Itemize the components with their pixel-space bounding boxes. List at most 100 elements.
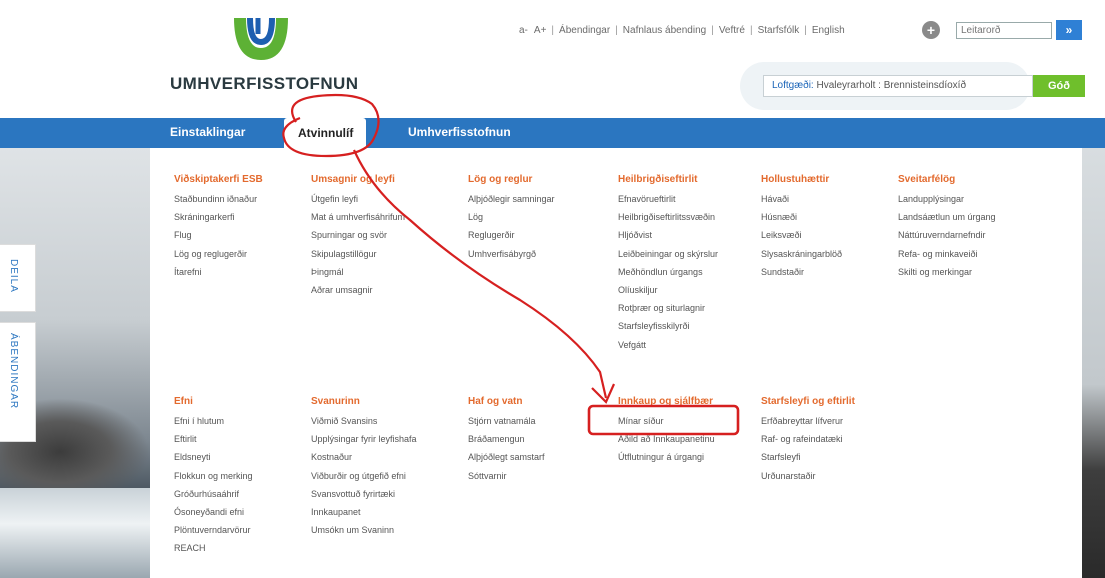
menu-link[interactable]: Staðbundinn iðnaður — [174, 192, 324, 210]
air-quality-label: Loftgæði: — [772, 80, 814, 91]
feedback-tab[interactable]: ÁBENDINGAR — [0, 322, 36, 442]
menu-column: Lög og reglur Alþjóðlegir samningar Lög … — [468, 174, 618, 265]
menu-link[interactable]: Húsnæði — [761, 210, 911, 228]
menu-column: Svanurinn Viðmið Svansins Upplýsingar fy… — [311, 396, 461, 541]
menu-link[interactable]: Ósoneyðandi efni — [174, 505, 324, 523]
menu-link[interactable]: Bráðamengun — [468, 432, 618, 450]
menu-link[interactable]: Slysaskráningarblöð — [761, 247, 911, 265]
menu-link[interactable]: Ítarefni — [174, 265, 324, 283]
search-button[interactable]: » — [1056, 20, 1082, 40]
menu-link[interactable]: Heilbrigðiseftirlitssvæðin — [618, 210, 768, 228]
air-quality-panel[interactable]: Loftgæði: Hvaleyrarholt : Brennisteinsdí… — [763, 75, 1033, 97]
menu-column: Umsagnir og leyfi Útgefin leyfi Mat á um… — [311, 174, 461, 301]
menu-link[interactable]: Umsókn um Svaninn — [311, 523, 461, 541]
air-quality-station: Hvaleyrarholt : Brennisteinsdíoxíð — [816, 80, 967, 91]
menu-link[interactable]: Viðburðir og útgefið efni — [311, 469, 461, 487]
anonymous-feedback-link[interactable]: Nafnlaus ábending — [623, 25, 706, 36]
menu-link[interactable]: Refa- og minkaveiði — [898, 247, 1048, 265]
menu-link[interactable]: Lög — [468, 210, 618, 228]
menu-link[interactable]: Þingmál — [311, 265, 461, 283]
menu-link[interactable]: Stjórn vatnamála — [468, 414, 618, 432]
menu-link[interactable]: Eftirlit — [174, 432, 324, 450]
menu-link[interactable]: Upplýsingar fyrir leyfishafa — [311, 432, 461, 450]
menu-link[interactable]: Alþjóðlegt samstarf — [468, 450, 618, 468]
logo-wordmark[interactable]: UMHVERFISSTOFNUN — [170, 74, 358, 94]
menu-link[interactable]: Landsáætlun um úrgang — [898, 210, 1048, 228]
menu-column: Viðskiptakerfi ESB Staðbundinn iðnaður S… — [174, 174, 324, 283]
menu-link[interactable]: Efni í hlutum — [174, 414, 324, 432]
logo-icon[interactable] — [232, 14, 290, 64]
menu-column-title[interactable]: Viðskiptakerfi ESB — [174, 174, 324, 185]
waves-shape — [0, 488, 150, 578]
feedback-link[interactable]: Ábendingar — [559, 25, 610, 36]
nav-item-agency[interactable]: Umhverfisstofnun — [408, 125, 511, 139]
menu-link[interactable]: Skipulagstillögur — [311, 247, 461, 265]
search-input[interactable] — [956, 22, 1052, 39]
menu-link[interactable]: Raf- og rafeindatæki — [761, 432, 911, 450]
menu-link[interactable]: Útgefin leyfi — [311, 192, 461, 210]
menu-link[interactable]: Starfsleyfisskilyrði — [618, 319, 768, 337]
menu-link[interactable]: Mat á umhverfisáhrifum — [311, 210, 461, 228]
english-link[interactable]: English — [812, 25, 845, 36]
menu-column-title[interactable]: Efni — [174, 396, 324, 407]
menu-link[interactable]: Erfðabreyttar lífverur — [761, 414, 911, 432]
menu-link[interactable]: Eldsneyti — [174, 450, 324, 468]
menu-link[interactable]: Sundstaðir — [761, 265, 911, 283]
menu-link[interactable]: Flokkun og merking — [174, 469, 324, 487]
air-quality-status-badge: Góð — [1033, 75, 1085, 97]
menu-column-title[interactable]: Sveitarfélög — [898, 174, 1048, 185]
menu-link[interactable]: Umhverfisábyrgð — [468, 247, 618, 265]
share-tab-label: DEILA — [8, 259, 19, 293]
menu-link[interactable]: Starfsleyfi — [761, 450, 911, 468]
menu-link[interactable]: Skráningarkerfi — [174, 210, 324, 228]
sitemap-link[interactable]: Veftré — [719, 25, 745, 36]
menu-link[interactable]: Náttúruverndarnefndir — [898, 228, 1048, 246]
menu-link[interactable]: Hávaði — [761, 192, 911, 210]
menu-link[interactable]: Svansvottuð fyrirtæki — [311, 487, 461, 505]
menu-link[interactable]: Rotþrær og siturlagnir — [618, 301, 768, 319]
font-increase-link[interactable]: A+ — [534, 25, 547, 36]
menu-link[interactable]: Kostnaður — [311, 450, 461, 468]
menu-link[interactable]: REACH — [174, 541, 324, 559]
staff-link[interactable]: Starfsfólk — [758, 25, 800, 36]
menu-link[interactable]: Hljóðvist — [618, 228, 768, 246]
menu-link[interactable]: Gróðurhúsaáhrif — [174, 487, 324, 505]
menu-link-my-pages[interactable]: Mínar síður — [618, 414, 768, 432]
menu-link[interactable]: Flug — [174, 228, 324, 246]
menu-column: Starfsleyfi og eftirlit Erfðabreyttar lí… — [761, 396, 911, 487]
menu-link[interactable]: Efnavörueftirlit — [618, 192, 768, 210]
menu-link[interactable]: Plöntuverndarvörur — [174, 523, 324, 541]
menu-link[interactable]: Aðrar umsagnir — [311, 283, 461, 301]
menu-column-title[interactable]: Heilbrigðiseftirlit — [618, 174, 768, 185]
menu-link[interactable]: Innkaupanet — [311, 505, 461, 523]
font-decrease-link[interactable]: a- — [519, 25, 528, 36]
menu-link[interactable]: Landupplýsingar — [898, 192, 1048, 210]
menu-link[interactable]: Skilti og merkingar — [898, 265, 1048, 283]
menu-column-title[interactable]: Svanurinn — [311, 396, 461, 407]
menu-column-title[interactable]: Haf og vatn — [468, 396, 618, 407]
menu-column-title[interactable]: Umsagnir og leyfi — [311, 174, 461, 185]
menu-column-title[interactable]: Hollustuhættir — [761, 174, 911, 185]
menu-link[interactable]: Urðunarstaðir — [761, 469, 911, 487]
menu-link[interactable]: Lög og reglugerðir — [174, 247, 324, 265]
menu-link[interactable]: Vefgátt — [618, 338, 768, 356]
menu-link[interactable]: Viðmið Svansins — [311, 414, 461, 432]
menu-link[interactable]: Útflutningur á úrgangi — [618, 450, 768, 468]
menu-link[interactable]: Spurningar og svör — [311, 228, 461, 246]
menu-link[interactable]: Aðild að Innkaupanetinu — [618, 432, 768, 450]
nav-item-business[interactable]: Atvinnulíf — [284, 118, 366, 152]
menu-column-title[interactable]: Lög og reglur — [468, 174, 618, 185]
menu-link[interactable]: Leiksvæði — [761, 228, 911, 246]
menu-column-title[interactable]: Starfsleyfi og eftirlit — [761, 396, 911, 407]
menu-link[interactable]: Olíuskiljur — [618, 283, 768, 301]
menu-column-title[interactable]: Innkaup og sjálfbær — [618, 396, 768, 407]
menu-link[interactable]: Sóttvarnir — [468, 469, 618, 487]
menu-link[interactable]: Leiðbeiningar og skýrslur — [618, 247, 768, 265]
divider: | — [711, 25, 714, 36]
menu-link[interactable]: Meðhöndlun úrgangs — [618, 265, 768, 283]
nav-item-individuals[interactable]: Einstaklingar — [170, 125, 245, 139]
globe-icon[interactable]: + — [922, 21, 940, 39]
menu-link[interactable]: Alþjóðlegir samningar — [468, 192, 618, 210]
share-tab[interactable]: DEILA — [0, 244, 36, 312]
menu-link[interactable]: Reglugerðir — [468, 228, 618, 246]
